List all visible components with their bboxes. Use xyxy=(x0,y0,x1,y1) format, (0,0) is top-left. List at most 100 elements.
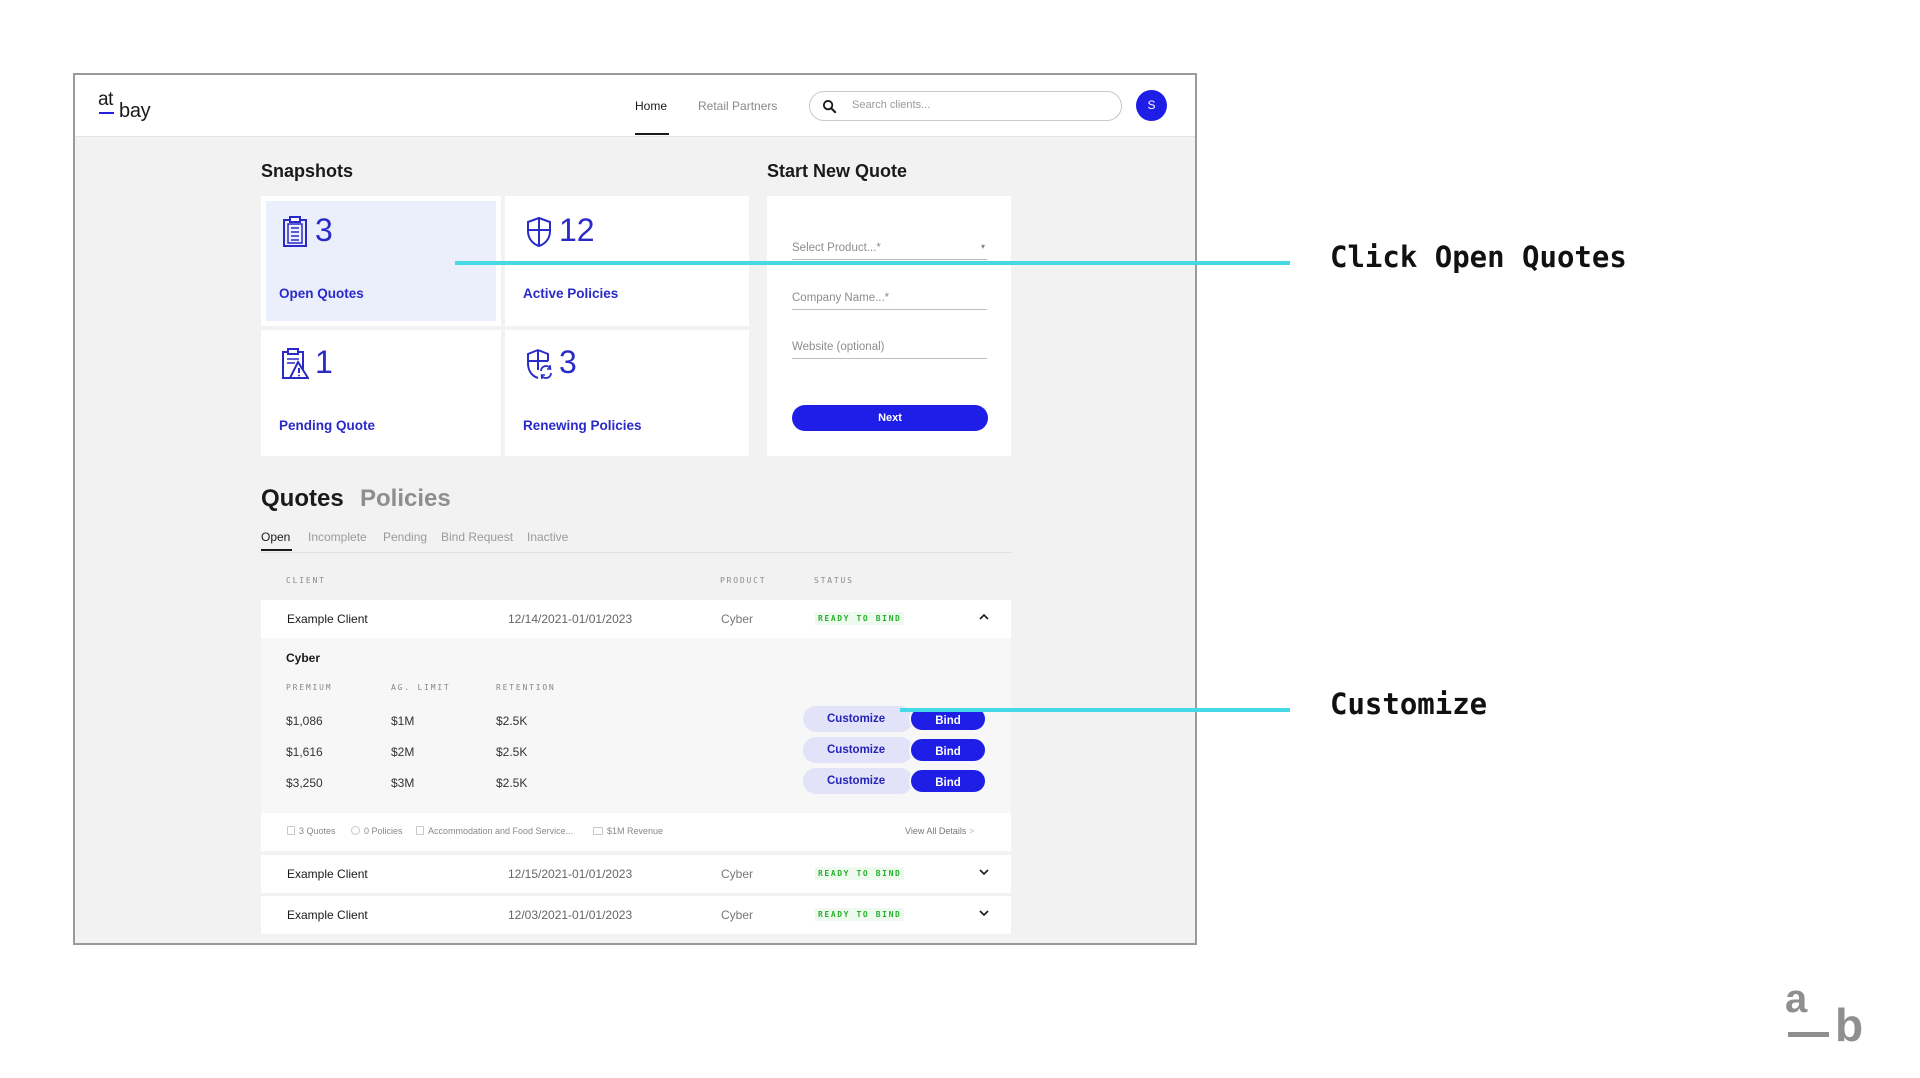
detail-product-title: Cyber xyxy=(286,651,321,665)
money-icon xyxy=(593,827,603,835)
tab-policies[interactable]: Policies xyxy=(360,485,451,513)
bind-button[interactable]: Bind xyxy=(909,737,987,763)
meta-industry-text: Accommodation and Food Service... xyxy=(428,826,574,836)
building-icon xyxy=(416,826,424,835)
pending-quote-label: Pending Quote xyxy=(279,418,375,433)
nav-active-indicator xyxy=(635,133,669,135)
chevron-up-icon[interactable] xyxy=(978,611,990,623)
chevron-right-icon: > xyxy=(968,826,975,836)
subtab-active-indicator xyxy=(261,549,292,551)
customize-button[interactable]: Customize xyxy=(803,737,913,763)
row-client: Example Client xyxy=(287,612,368,626)
pending-quote-count: 1 xyxy=(315,344,333,380)
company-name-field[interactable] xyxy=(792,284,987,310)
subtab-pending[interactable]: Pending xyxy=(383,530,427,544)
snapshots-title: Snapshots xyxy=(261,161,354,181)
customize-button[interactable]: Customize xyxy=(803,706,913,732)
row-client: Example Client xyxy=(287,867,368,881)
website-input[interactable] xyxy=(792,333,987,353)
quote-detail-panel: Cyber PREMIUM AG. LIMIT RETENTION $1,086… xyxy=(261,638,1011,813)
row-dates: 12/15/2021-01/01/2023 xyxy=(508,867,633,881)
renewing-policies-label: Renewing Policies xyxy=(523,418,642,433)
quote-actions: Customize Bind xyxy=(803,768,987,794)
search-box[interactable] xyxy=(809,91,1122,121)
app-window: at bay Home Retail Partners S Snapshots xyxy=(73,73,1197,945)
subtab-incomplete[interactable]: Incomplete xyxy=(308,530,367,544)
table-row[interactable]: Example Client 12/14/2021-01/01/2023 Cyb… xyxy=(261,600,1011,638)
shield-refresh-icon xyxy=(527,349,552,380)
meta-revenue-text: $1M Revenue xyxy=(607,826,664,836)
row-dates: 12/14/2021-01/01/2023 xyxy=(508,612,633,626)
meta-quotes: 3 Quotes xyxy=(287,826,336,836)
subtab-open[interactable]: Open xyxy=(261,530,290,544)
column-header-client: CLIENT xyxy=(286,576,326,585)
tab-quotes[interactable]: Quotes xyxy=(261,485,344,513)
column-header-status: STATUS xyxy=(814,576,854,585)
shield-outline-icon xyxy=(351,826,360,835)
product-select[interactable] xyxy=(792,234,987,254)
status-badge: READY TO BIND xyxy=(815,612,905,625)
detail-header-retention: RETENTION xyxy=(496,683,556,692)
next-button[interactable]: Next xyxy=(792,405,988,431)
corner-logo-a: a xyxy=(1785,977,1808,1021)
row-dates: 12/03/2021-01/01/2023 xyxy=(508,908,633,922)
row-product: Cyber xyxy=(721,867,754,881)
quote-retention: $2.5K xyxy=(496,776,528,790)
meta-policies: 0 Policies xyxy=(351,826,403,836)
annotation-pointer-open-quotes xyxy=(455,261,1290,265)
at-bay-logo[interactable]: at bay xyxy=(98,89,158,125)
document-icon xyxy=(287,826,295,835)
company-name-input[interactable] xyxy=(792,284,987,304)
view-all-details-link[interactable]: View All Details > xyxy=(905,826,974,836)
column-header-product: PRODUCT xyxy=(720,576,767,585)
start-new-quote-title: Start New Quote xyxy=(767,161,908,181)
detail-header-limit: AG. LIMIT xyxy=(391,683,451,692)
status-badge: READY TO BIND xyxy=(815,867,905,880)
corner-logo-b: b xyxy=(1835,999,1864,1051)
annotation-click-open-quotes: Click Open Quotes xyxy=(1330,240,1627,274)
subtab-inactive[interactable]: Inactive xyxy=(527,530,568,544)
user-avatar[interactable]: S xyxy=(1136,90,1167,121)
open-quotes-count: 3 xyxy=(315,212,333,248)
quote-limit: $1M xyxy=(391,714,415,728)
search-icon xyxy=(822,99,837,114)
snapshot-pending-quote[interactable]: 1 Pending Quote xyxy=(261,330,501,456)
active-policies-count: 12 xyxy=(559,212,595,248)
quote-premium: $1,616 xyxy=(286,745,323,759)
quote-premium: $3,250 xyxy=(286,776,323,790)
snapshot-renewing-policies[interactable]: 3 Renewing Policies xyxy=(505,330,749,456)
select-product-dropdown[interactable]: ▾ xyxy=(792,234,987,260)
quote-limit: $3M xyxy=(391,776,415,790)
quote-limit: $2M xyxy=(391,745,415,759)
logo-at: at xyxy=(98,89,113,110)
clipboard-icon xyxy=(283,216,307,247)
table-row[interactable]: Example Client 12/03/2021-01/01/2023 Cyb… xyxy=(261,896,1011,934)
clipboard-warning-icon xyxy=(282,348,309,379)
corner-logo-line xyxy=(1788,1032,1829,1037)
website-field[interactable] xyxy=(792,333,987,359)
row-client: Example Client xyxy=(287,908,368,922)
status-badge: READY TO BIND xyxy=(815,908,905,921)
dropdown-caret-icon: ▾ xyxy=(980,242,985,251)
row-product: Cyber xyxy=(721,908,754,922)
annotation-customize: Customize xyxy=(1330,687,1488,721)
subtab-bind-request[interactable]: Bind Request xyxy=(441,530,513,544)
client-meta-bar: 3 Quotes 0 Policies Accommodation and Fo… xyxy=(261,813,1011,851)
search-input[interactable] xyxy=(852,99,1102,111)
open-quotes-label: Open Quotes xyxy=(279,286,364,301)
customize-button[interactable]: Customize xyxy=(803,768,913,794)
table-row[interactable]: Example Client 12/15/2021-01/01/2023 Cyb… xyxy=(261,855,1011,893)
chevron-down-icon[interactable] xyxy=(978,907,990,919)
active-policies-label: Active Policies xyxy=(523,286,619,301)
chevron-down-icon[interactable] xyxy=(978,866,990,878)
quote-premium: $1,086 xyxy=(286,714,323,728)
nav-home[interactable]: Home xyxy=(635,99,667,113)
bind-button[interactable]: Bind xyxy=(909,768,987,794)
meta-revenue: $1M Revenue xyxy=(593,826,663,836)
nav-retail-partners[interactable]: Retail Partners xyxy=(698,99,777,113)
annotation-pointer-customize xyxy=(900,708,1290,712)
top-nav-bar: at bay Home Retail Partners S xyxy=(75,75,1195,137)
detail-header-premium: PREMIUM xyxy=(286,683,333,692)
start-new-quote-form: ▾ Next xyxy=(767,196,1011,456)
quote-actions: Customize Bind xyxy=(803,737,987,763)
